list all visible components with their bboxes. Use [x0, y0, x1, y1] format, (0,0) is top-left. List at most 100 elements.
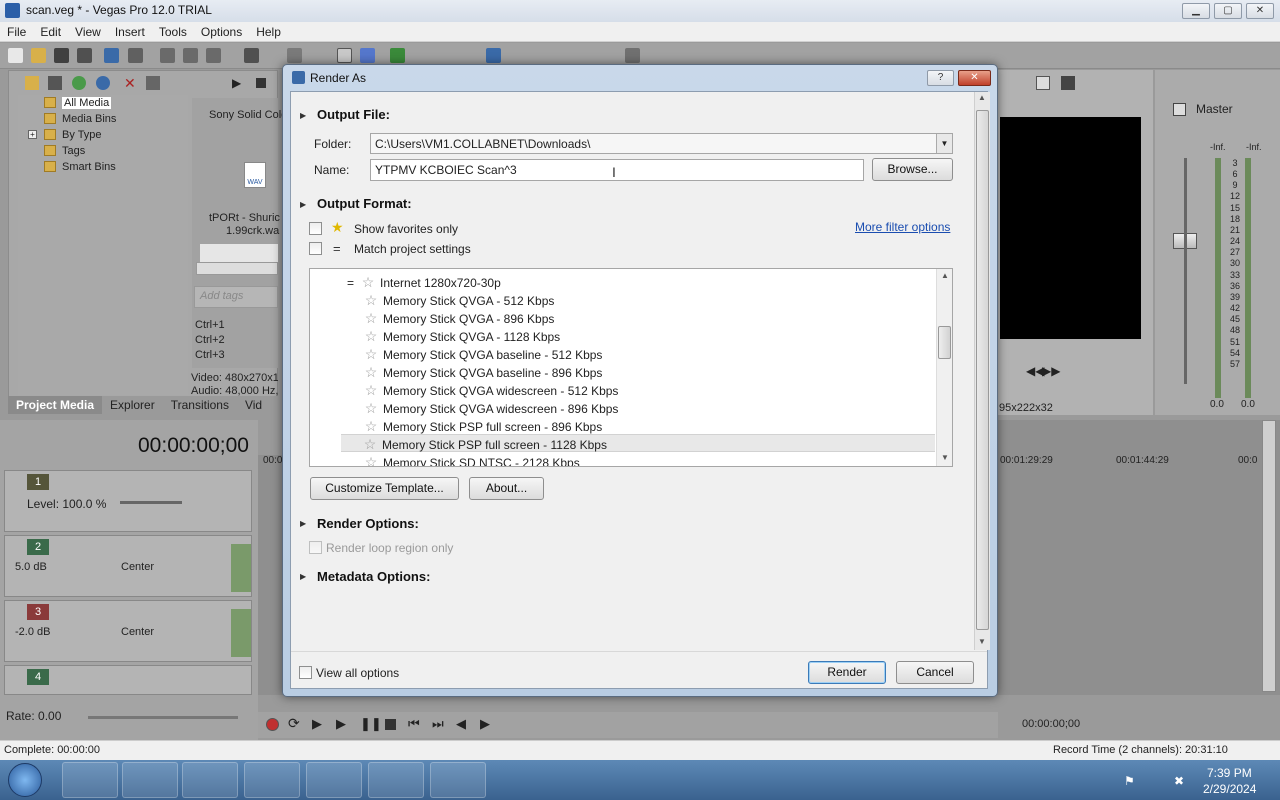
tree-item-media-bins[interactable]: Media Bins	[18, 111, 188, 127]
snapping-icon[interactable]	[486, 48, 501, 63]
menu-view[interactable]: View	[68, 22, 108, 39]
tray-volume-icon[interactable]: ✖	[1174, 774, 1184, 788]
tray-flag-icon[interactable]: ⚑	[1124, 774, 1135, 788]
level-slider[interactable]	[120, 501, 182, 504]
scroll-thumb[interactable]	[938, 326, 951, 359]
menu-file[interactable]: File	[0, 22, 33, 39]
favorite-star-icon[interactable]: ☆	[363, 417, 379, 435]
menu-options[interactable]: Options	[194, 22, 249, 39]
tree-item-smart-bins[interactable]: Smart Bins	[18, 159, 188, 175]
dialog-help-button[interactable]: ?	[927, 70, 954, 86]
favorite-star-icon[interactable]: ☆	[363, 309, 379, 327]
go-to-end-icon[interactable]: ⏭	[432, 716, 444, 732]
save-as-icon[interactable]	[77, 48, 92, 63]
expand-render-options-icon[interactable]: ▶	[300, 519, 306, 528]
preview-save-icon[interactable]	[1061, 76, 1075, 90]
scroll-up-arrow[interactable]: ▲	[941, 271, 949, 280]
timeline-right-area[interactable]: 00:01:29:29 00:01:44:29 00:0 00:00:00;00	[998, 420, 1280, 730]
menu-tools[interactable]: Tools	[152, 22, 194, 39]
tab-transitions[interactable]: Transitions	[163, 396, 237, 414]
tree-item-all-media[interactable]: All Media	[18, 95, 188, 111]
expand-icon[interactable]: +	[28, 130, 37, 139]
paste-icon[interactable]	[206, 48, 221, 63]
format-item[interactable]: ☆ Memory Stick QVGA - 512 Kbps	[311, 291, 937, 309]
folder-dropdown[interactable]: C:\Users\VM1.COLLABNET\Downloads\ ▼	[370, 133, 953, 154]
render-button[interactable]: Render	[808, 661, 886, 684]
track-4[interactable]: 4	[4, 665, 252, 695]
format-item-selected[interactable]: ☆ Memory Stick PSP full screen - 1128 Kbp…	[341, 434, 935, 452]
favorite-star-icon[interactable]: ☆	[363, 291, 379, 309]
taskbar-firefox-icon[interactable]	[306, 762, 362, 798]
menu-edit[interactable]: Edit	[33, 22, 68, 39]
new-file-icon[interactable]	[8, 48, 23, 63]
chevron-down-icon[interactable]: ▼	[936, 134, 952, 153]
favorite-star-icon[interactable]: ☆	[363, 327, 379, 345]
play-preview-icon[interactable]: ▶	[232, 76, 241, 90]
copy-icon[interactable]	[183, 48, 198, 63]
name-input[interactable]: YTPMV KCBOIEC Scan^3	[370, 159, 864, 181]
tab-project-media[interactable]: Project Media	[8, 396, 103, 414]
play-icon[interactable]: ▶	[336, 716, 346, 732]
browse-button[interactable]: Browse...	[872, 158, 953, 181]
media-item-solid-color[interactable]: Sony Solid Colo	[209, 109, 287, 121]
loop-icon[interactable]: ⟳	[288, 715, 300, 732]
cancel-button[interactable]: Cancel	[896, 661, 974, 684]
media-hscrollbar[interactable]	[196, 262, 278, 275]
favorite-star-icon[interactable]: ☆	[362, 435, 378, 453]
tree-item-tags[interactable]: Tags	[18, 143, 188, 159]
menu-help[interactable]: Help	[249, 22, 288, 39]
prev-frame-icon[interactable]: ◀	[456, 716, 466, 732]
favorite-star-icon[interactable]: ☆	[363, 381, 379, 399]
tags-input[interactable]: Add tags	[194, 286, 278, 308]
open-folder-icon[interactable]	[31, 48, 46, 63]
preview-next-icon[interactable]: ▶▶	[1042, 364, 1060, 378]
menu-insert[interactable]: Insert	[108, 22, 152, 39]
format-item[interactable]: ☆ Memory Stick QVGA baseline - 512 Kbps	[311, 345, 937, 363]
favorite-star-icon[interactable]: ☆	[360, 273, 376, 291]
normal-edit-tool-icon[interactable]	[337, 48, 352, 63]
scroll-up-arrow[interactable]: ▲	[978, 93, 986, 102]
track-2[interactable]: 2 5.0 dB Center	[4, 535, 252, 597]
favorite-star-icon[interactable]: ☆	[363, 399, 379, 417]
pause-icon[interactable]: ❚❚	[360, 716, 382, 732]
tab-video-fx[interactable]: Vid	[237, 396, 270, 414]
taskbar-media-player-icon[interactable]	[182, 762, 238, 798]
save-icon[interactable]	[54, 48, 69, 63]
stop-preview-icon[interactable]	[256, 78, 266, 88]
more-filter-options-link[interactable]: More filter options	[855, 220, 950, 234]
scroll-thumb[interactable]	[976, 110, 989, 630]
maximize-button[interactable]: ▢	[1214, 3, 1242, 19]
start-button-icon[interactable]	[8, 763, 42, 797]
format-item[interactable]: = ☆ Internet 1280x720-30p	[311, 273, 937, 291]
properties-icon[interactable]	[128, 48, 143, 63]
expand-metadata-options-icon[interactable]: ▶	[300, 572, 306, 581]
tree-item-by-type[interactable]: + By Type	[18, 127, 188, 143]
undo-icon[interactable]	[244, 48, 259, 63]
timeline-vscrollbar[interactable]	[1262, 420, 1276, 692]
redo-icon[interactable]	[287, 48, 302, 63]
stop-icon[interactable]	[385, 719, 396, 730]
view-all-options-checkbox[interactable]	[299, 666, 312, 679]
find-media-icon[interactable]	[96, 76, 110, 90]
remove-media-icon[interactable]: ✕	[124, 76, 136, 90]
import-media-icon[interactable]	[25, 76, 39, 90]
format-item[interactable]: ☆ Memory Stick QVGA baseline - 896 Kbps	[311, 363, 937, 381]
taskbar-explorer-icon[interactable]	[122, 762, 178, 798]
format-list-scrollbar[interactable]: ▲ ▼	[936, 269, 952, 466]
preview-split-icon[interactable]	[1036, 76, 1050, 90]
favorite-star-icon[interactable]: ☆	[363, 453, 379, 466]
media-fx-icon[interactable]	[146, 76, 160, 90]
play-from-start-icon[interactable]: ▶	[312, 716, 322, 732]
capture-video-icon[interactable]	[48, 76, 62, 90]
scroll-down-arrow[interactable]: ▼	[978, 637, 986, 646]
format-item[interactable]: ☆ Memory Stick SD NTSC - 2128 Kbps	[311, 453, 937, 466]
next-frame-icon[interactable]: ▶	[480, 716, 490, 732]
taskbar-player-icon[interactable]	[368, 762, 424, 798]
dialog-close-button[interactable]: ✕	[958, 70, 991, 86]
selection-tool-icon[interactable]	[390, 48, 405, 63]
format-item[interactable]: ☆ Memory Stick QVGA - 896 Kbps	[311, 309, 937, 327]
dialog-vscrollbar[interactable]: ▲ ▼	[974, 92, 990, 650]
match-project-checkbox[interactable]	[309, 242, 322, 255]
about-button[interactable]: About...	[469, 477, 544, 500]
get-media-web-icon[interactable]	[72, 76, 86, 90]
